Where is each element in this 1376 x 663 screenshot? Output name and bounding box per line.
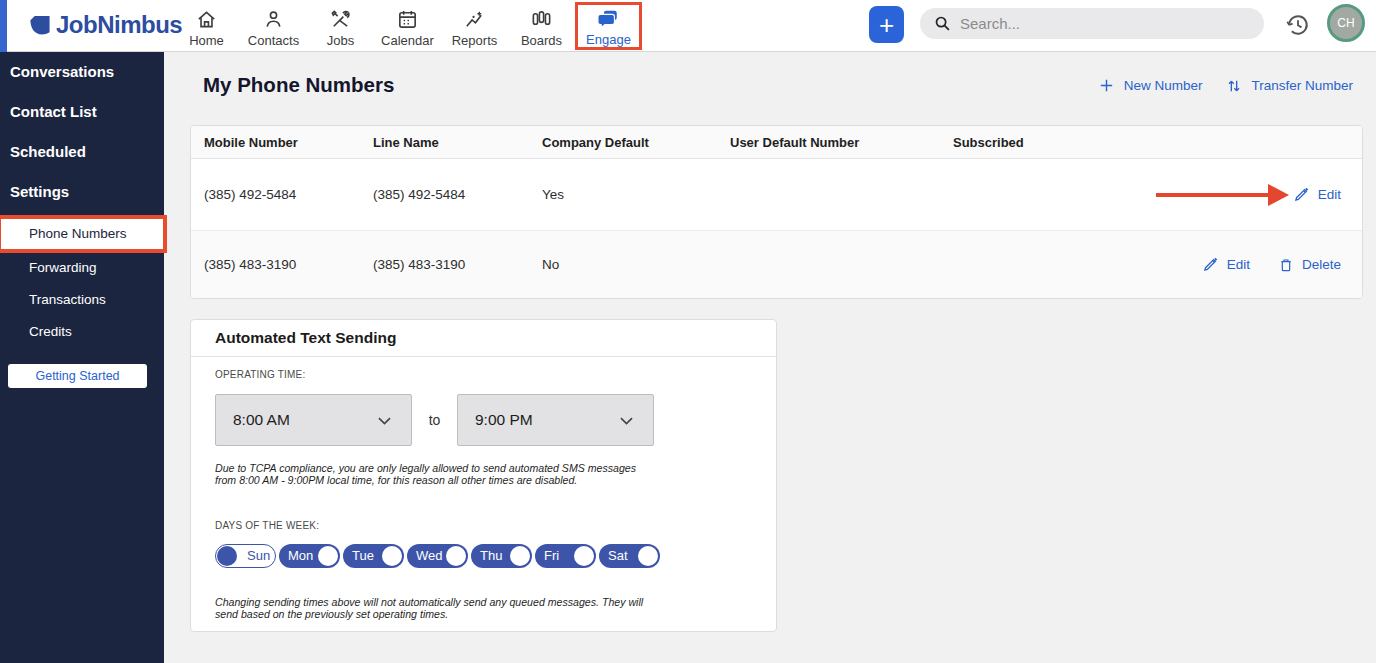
tcpa-note: Due to TCPA compliance, you are only leg…	[215, 462, 643, 487]
left-accent-strip	[0, 0, 7, 52]
new-number-button[interactable]: New Number	[1098, 77, 1203, 94]
main-nav: Home Contacts Jobs Calendar Reports Boar…	[173, 0, 642, 52]
avatar[interactable]: CH	[1327, 4, 1365, 42]
delete-link[interactable]: Delete	[1278, 257, 1341, 273]
day-toggle-tue[interactable]: Tue	[343, 544, 404, 568]
queue-note: Changing sending times above will not au…	[215, 596, 663, 621]
plus-icon	[1098, 77, 1115, 94]
engage-chat-icon	[597, 8, 620, 30]
sidebar-item-transactions[interactable]: Transactions	[0, 284, 164, 316]
sidebar: Conversations Contact List Scheduled Set…	[0, 52, 164, 663]
transfer-number-button[interactable]: Transfer Number	[1226, 78, 1353, 94]
nav-jobs[interactable]: Jobs	[307, 0, 374, 52]
day-toggle-fri[interactable]: Fri	[535, 544, 596, 568]
card-title: Automated Text Sending	[191, 320, 776, 357]
phone-numbers-table: Mobile Number Line Name Company Default …	[190, 125, 1363, 299]
nav-engage[interactable]: Engage	[575, 2, 642, 50]
top-navbar: JobNimbus Home Contacts Jobs Calendar Re…	[0, 0, 1376, 52]
sidebar-item-phone-numbers[interactable]: Phone Numbers	[0, 218, 164, 250]
chevron-down-icon	[375, 411, 394, 430]
pencil-icon	[1202, 256, 1219, 273]
home-icon	[195, 8, 218, 31]
calendar-icon	[396, 8, 419, 31]
day-toggle-mon[interactable]: Mon	[279, 544, 340, 568]
sidebar-item-credits[interactable]: Credits	[0, 316, 164, 348]
automated-text-sending-card: Automated Text Sending OPERATING TIME: 8…	[190, 319, 777, 632]
search-input[interactable]: Search...	[920, 8, 1264, 39]
table-row: (385) 492-5484 (385) 492-5484 Yes Edit	[191, 159, 1362, 231]
operating-time-label: OPERATING TIME:	[215, 369, 752, 380]
history-icon[interactable]	[1284, 11, 1312, 43]
sidebar-item-contact-list[interactable]: Contact List	[0, 92, 164, 132]
tools-icon	[329, 8, 352, 31]
nav-calendar[interactable]: Calendar	[374, 0, 441, 52]
annotation-arrow	[1156, 193, 1269, 197]
nav-home[interactable]: Home	[173, 0, 240, 52]
table-header: Mobile Number Line Name Company Default …	[191, 126, 1362, 159]
day-toggle-sat[interactable]: Sat	[599, 544, 660, 568]
edit-link[interactable]: Edit	[1202, 256, 1250, 273]
sidebar-item-forwarding[interactable]: Forwarding	[0, 252, 164, 284]
jobnimbus-logo-icon	[28, 14, 51, 37]
page-title: My Phone Numbers	[203, 73, 394, 97]
sidebar-item-scheduled[interactable]: Scheduled	[0, 132, 164, 172]
logo-text: JobNimbus	[56, 11, 182, 39]
sidebar-item-conversations[interactable]: Conversations	[0, 52, 164, 92]
nav-contacts[interactable]: Contacts	[240, 0, 307, 52]
nav-reports[interactable]: Reports	[441, 0, 508, 52]
day-toggle-sun[interactable]: Sun	[215, 544, 276, 568]
trash-icon	[1278, 257, 1294, 273]
start-time-select[interactable]: 8:00 AM	[215, 394, 412, 446]
pencil-icon	[1293, 186, 1310, 203]
contacts-icon	[262, 8, 285, 31]
day-toggle-thu[interactable]: Thu	[471, 544, 532, 568]
getting-started-button[interactable]: Getting Started	[8, 364, 147, 388]
edit-link[interactable]: Edit	[1293, 186, 1341, 203]
search-placeholder: Search...	[960, 15, 1020, 32]
reports-icon	[463, 8, 486, 31]
jobnimbus-logo[interactable]: JobNimbus	[28, 11, 182, 39]
chevron-down-icon	[617, 411, 636, 430]
table-row: (385) 483-3190 (385) 483-3190 No Edit De…	[191, 231, 1362, 298]
sidebar-item-settings[interactable]: Settings	[0, 172, 164, 212]
search-icon	[934, 15, 951, 32]
transfer-icon	[1226, 78, 1242, 94]
nav-boards[interactable]: Boards	[508, 0, 575, 52]
day-toggle-wed[interactable]: Wed	[407, 544, 468, 568]
end-time-select[interactable]: 9:00 PM	[457, 394, 654, 446]
boards-icon	[530, 8, 553, 31]
add-button[interactable]: +	[869, 6, 904, 43]
days-of-week-label: DAYS OF THE WEEK:	[215, 520, 752, 531]
